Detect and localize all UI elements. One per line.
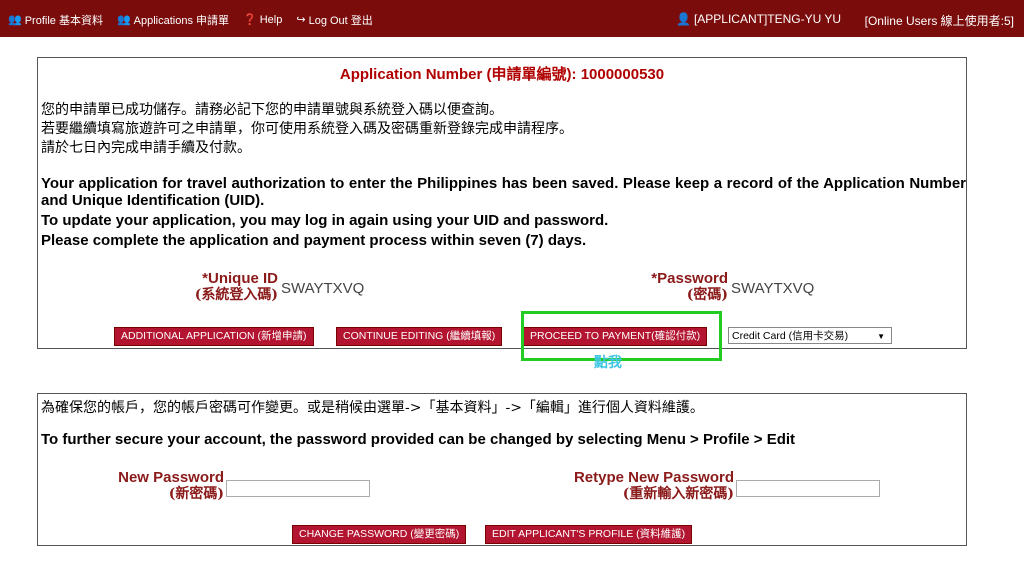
change-password-button[interactable]: CHANGE PASSWORD (變更密碼): [292, 525, 467, 544]
account-notice-zh: 為確保您的帳戶，您的帳戶密碼可作變更。或是稍候由選單->「基本資料」->「編輯」…: [41, 400, 704, 416]
application-saved-panel: Application Number (申請單編號): 1000000530 您…: [37, 57, 967, 349]
password-label-zh: (密碼): [686, 287, 728, 303]
current-user: 👤 [APPLICANT]TENG-YU YU: [676, 12, 841, 26]
notice-en-line-2: To update your application, you may log …: [41, 212, 609, 229]
password-label-en: *Password: [651, 270, 728, 287]
new-password-input[interactable]: [226, 480, 370, 497]
menu-item-applications[interactable]: 👥 Applications 申請單: [117, 12, 229, 28]
additional-application-button[interactable]: ADDITIONAL APPLICATION (新增申請): [114, 327, 314, 346]
uid-value: SWAYTXVQ: [281, 280, 365, 297]
retype-password-label: Retype New Password (重新輸入新密碼): [508, 469, 734, 503]
uid-label-en: *Unique ID: [202, 270, 278, 287]
notice-en-paragraph: Your application for travel authorizatio…: [41, 175, 966, 209]
people-icon: 👥: [8, 13, 22, 26]
notice-zh-line-3: 請於七日內完成申請手續及付款。: [41, 140, 251, 156]
menu-item-logout[interactable]: ↪ Log Out 登出: [296, 12, 372, 28]
menu-item-logout-label: Log Out 登出: [308, 15, 373, 27]
password-change-panel: 為確保您的帳戶，您的帳戶密碼可作變更。或是稍候由選單->「基本資料」->「編輯」…: [37, 393, 967, 546]
menu-item-help-label: Help: [259, 14, 283, 26]
menu-item-help[interactable]: ❓ Help: [243, 14, 282, 26]
password-label: *Password (密碼): [618, 270, 728, 304]
retype-password-label-zh: (重新輸入新密碼): [622, 486, 734, 502]
click-me-hint: 點我: [594, 355, 622, 371]
notice-zh-line-1: 您的申請單已成功儲存。請務必記下您的申請單號與系統登入碼以便查詢。: [41, 102, 503, 118]
password-value: SWAYTXVQ: [731, 280, 815, 297]
retype-password-label-en: Retype New Password: [573, 469, 734, 486]
dropdown-arrow-icon: ▼: [877, 332, 885, 341]
online-users-count: [Online Users 線上使用者:5]: [864, 14, 1014, 28]
edit-applicant-profile-button[interactable]: EDIT APPLICANT'S PROFILE (資料維護): [485, 525, 693, 544]
menu-item-applications-label: Applications 申請單: [133, 15, 230, 27]
new-password-label: New Password (新密碼): [78, 469, 224, 503]
application-number-title: Application Number (申請單編號): 1000000530: [339, 66, 665, 83]
menu-item-profile-label: Profile 基本資料: [24, 15, 103, 27]
people-icon: 👥: [116, 13, 131, 26]
main-menu: 👥 Profile 基本資料 👥 Applications 申請單 ❓ Help…: [8, 12, 373, 28]
account-notice-en: To further secure your account, the pass…: [41, 431, 796, 448]
new-password-label-zh: (新密碼): [168, 486, 224, 502]
notice-zh-line-2: 若要繼續填寫旅遊許可之申請單，你可使用系統登入碼及密碼重新登錄完成申請程序。: [41, 121, 573, 137]
new-password-label-en: New Password: [118, 469, 224, 486]
retype-password-input[interactable]: [736, 480, 880, 497]
notice-en-line-3: Please complete the application and paym…: [41, 232, 587, 249]
uid-label: *Unique ID (系統登入碼): [168, 270, 278, 304]
help-icon: ❓: [243, 13, 257, 26]
menu-item-profile[interactable]: 👥 Profile 基本資料: [8, 12, 103, 28]
user-icon: 👤: [676, 12, 691, 26]
payment-method-value: Credit Card (信用卡交易): [732, 330, 849, 342]
current-user-label: [APPLICANT]TENG-YU YU: [693, 12, 842, 26]
payment-method-select[interactable]: Credit Card (信用卡交易) ▼: [728, 327, 892, 344]
top-navigation-bar: 👥 Profile 基本資料 👥 Applications 申請單 ❓ Help…: [0, 0, 1024, 37]
uid-label-zh: (系統登入碼): [194, 287, 278, 303]
logout-icon: ↪: [296, 13, 306, 26]
continue-editing-button[interactable]: CONTINUE EDITING (繼續填報): [336, 327, 503, 346]
